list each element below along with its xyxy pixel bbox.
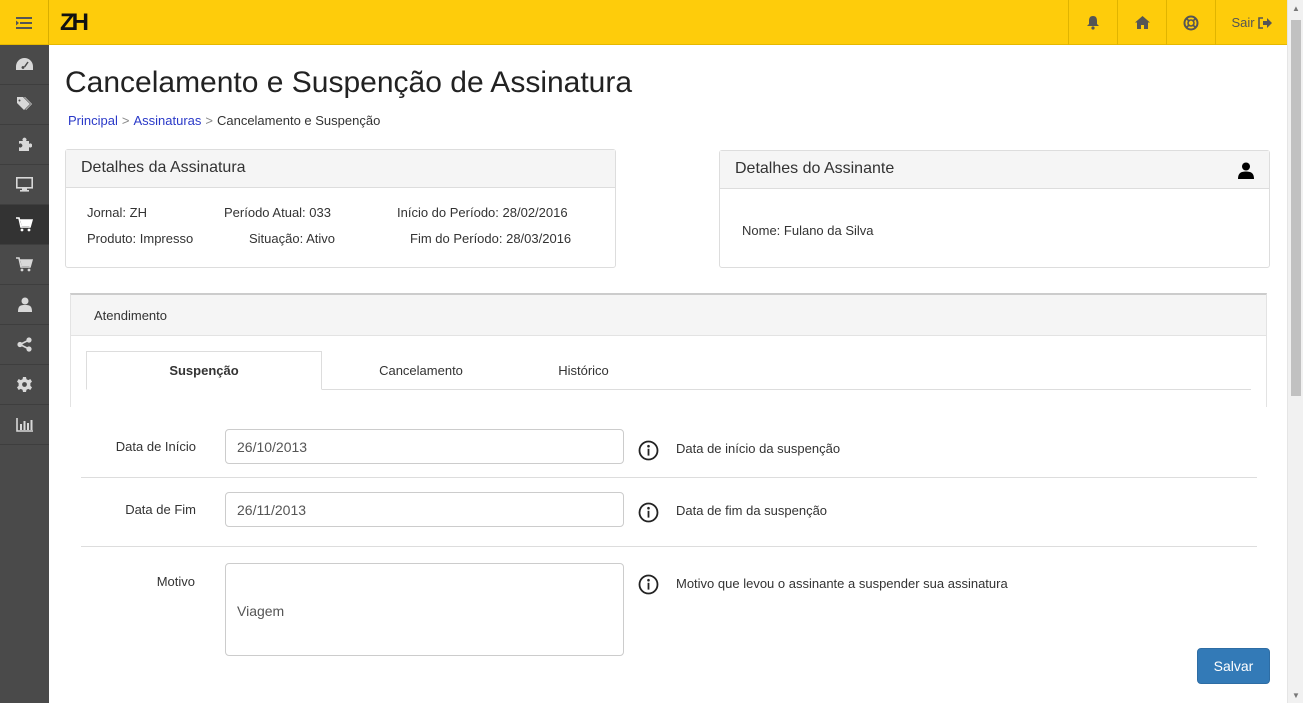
monitor-icon xyxy=(16,177,33,192)
atendimento-title: Atendimento xyxy=(71,295,1266,336)
atendimento-section: Atendimento Suspenção Cancelamento Histó… xyxy=(70,293,1267,407)
logo[interactable]: ZH xyxy=(60,10,89,36)
info-icon xyxy=(638,502,659,523)
sidebar-item-dashboard[interactable] xyxy=(0,45,49,85)
scroll-down-arrow[interactable]: ▼ xyxy=(1288,687,1303,703)
divider xyxy=(81,477,1257,478)
cart-icon xyxy=(16,217,33,232)
page-title: Cancelamento e Suspenção de Assinatura xyxy=(65,66,633,99)
top-bar: ZH Sair xyxy=(0,0,1287,45)
end-date-input[interactable]: 26/11/2013 xyxy=(225,492,624,527)
cart-icon xyxy=(16,257,33,272)
bar-chart-icon xyxy=(16,417,33,432)
save-button[interactable]: Salvar xyxy=(1197,648,1270,684)
tags-icon xyxy=(16,97,32,110)
sidebar-item-share[interactable] xyxy=(0,325,49,365)
product-value: Produto: Impresso xyxy=(87,231,194,246)
end-date-label: Data de Fim xyxy=(125,502,196,517)
breadcrumb: Principal > Assinaturas > Cancelamento e Sus… xyxy=(68,113,381,128)
page-scrollbar[interactable]: ▲ ▼ xyxy=(1287,0,1303,703)
sidebar-item-cart[interactable] xyxy=(0,245,49,285)
logout-button[interactable]: Sair xyxy=(1215,0,1287,45)
end-date-help: Data de fim da suspenção xyxy=(676,503,828,518)
start-date-help: Data de início da suspenção xyxy=(676,441,841,456)
sidebar-item-settings[interactable] xyxy=(0,365,49,405)
period-start-value: Início do Período: 28/02/2016 xyxy=(397,205,568,220)
breadcrumb-link-assinaturas[interactable]: Assinaturas xyxy=(133,113,201,128)
subscriber-panel-title: Detalhes do Assinante xyxy=(735,160,895,177)
journal-value: Jornal: ZH xyxy=(87,205,147,220)
start-date-input[interactable]: 26/10/2013 xyxy=(225,429,624,464)
menu-icon xyxy=(16,16,32,29)
period-end-value: Fim do Período: 28/03/2016 xyxy=(410,231,572,246)
sidebar-item-monitor[interactable] xyxy=(0,165,49,205)
breadcrumb-link-principal[interactable]: Principal xyxy=(68,113,118,128)
divider xyxy=(81,546,1257,547)
sidebar-item-users[interactable] xyxy=(0,285,49,325)
current-period-value: Período Atual: 033 xyxy=(224,205,331,220)
logout-label: Sair xyxy=(1231,15,1255,30)
tab-bar: Suspenção Cancelamento Histórico xyxy=(86,351,1251,390)
menu-toggle-button[interactable] xyxy=(0,0,49,45)
home-icon xyxy=(1134,16,1150,29)
subscriber-name-value: Nome: Fulano da Silva xyxy=(742,223,874,238)
reason-label: Motivo xyxy=(156,574,195,589)
info-icon xyxy=(638,440,659,461)
gear-icon xyxy=(17,377,32,392)
subscriber-panel-header: Detalhes do Assinante xyxy=(720,151,1269,189)
info-icon xyxy=(638,574,659,595)
sidebar-item-tags[interactable] xyxy=(0,85,49,125)
scroll-thumb[interactable] xyxy=(1291,20,1301,396)
scroll-up-arrow[interactable]: ▲ xyxy=(1288,0,1303,16)
tab-suspencao[interactable]: Suspenção xyxy=(86,351,322,390)
tab-cancelamento[interactable]: Cancelamento xyxy=(346,351,496,390)
reason-textarea[interactable]: Viagem xyxy=(225,563,624,656)
help-button[interactable] xyxy=(1166,0,1215,45)
sidebar-item-reports[interactable] xyxy=(0,405,49,445)
sidebar-item-cart-active[interactable] xyxy=(0,205,49,245)
status-value: Situação: Ativo xyxy=(249,231,335,246)
sidebar-item-plugins[interactable] xyxy=(0,125,49,165)
subscription-details-panel: Detalhes da Assinatura Jornal: ZH Períod… xyxy=(65,149,616,268)
subscription-panel-title: Detalhes da Assinatura xyxy=(66,150,615,188)
home-button[interactable] xyxy=(1117,0,1166,45)
notifications-button[interactable] xyxy=(1068,0,1117,45)
reason-help: Motivo que levou o assinante a suspender… xyxy=(676,576,1008,591)
sidebar xyxy=(0,45,49,703)
tab-historico[interactable]: Histórico xyxy=(526,351,641,390)
dashboard-icon xyxy=(16,58,33,70)
user-icon xyxy=(1238,162,1254,179)
user-icon xyxy=(17,297,32,312)
bell-icon xyxy=(1087,16,1099,30)
share-icon xyxy=(17,337,32,352)
lifebuoy-icon xyxy=(1183,15,1199,30)
sign-out-icon xyxy=(1257,16,1272,29)
breadcrumb-current: Cancelamento e Suspenção xyxy=(216,113,381,128)
start-date-label: Data de Início xyxy=(115,439,196,454)
puzzle-icon xyxy=(19,137,32,151)
subscriber-details-panel: Detalhes do Assinante Nome: Fulano da Si… xyxy=(719,150,1270,268)
